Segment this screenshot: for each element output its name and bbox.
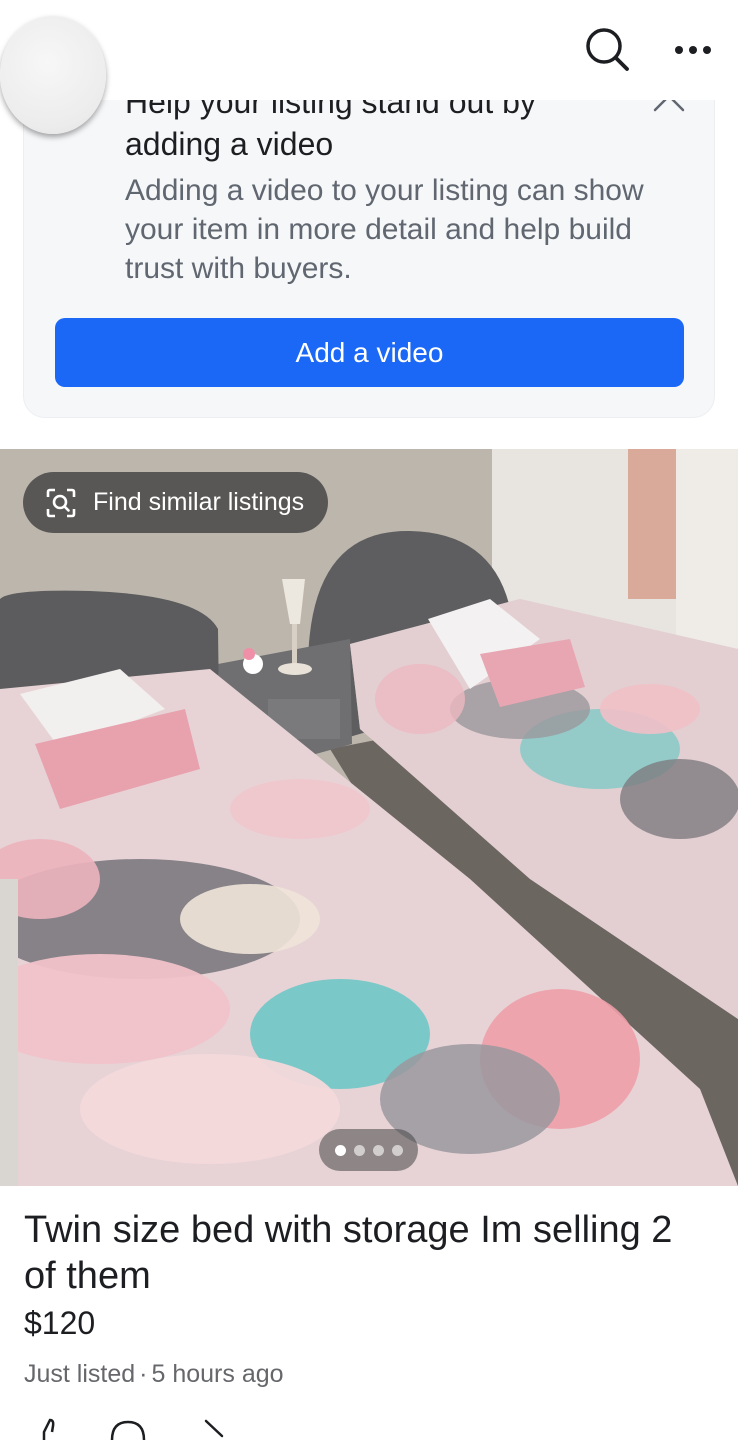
floating-avatar-bubble[interactable] <box>0 16 106 134</box>
pagination-dot[interactable] <box>334 1144 346 1156</box>
listing-time: 5 hours ago <box>151 1360 284 1388</box>
listing-title: Twin size bed with storage Im selling 2 … <box>24 1209 673 1297</box>
pagination-dot[interactable] <box>372 1144 384 1156</box>
search-button[interactable] <box>582 24 632 74</box>
listing-price: $120 <box>24 1305 96 1341</box>
add-video-promo-card: Help your listing stand out by adding a … <box>23 60 715 418</box>
search-icon <box>586 28 629 71</box>
photo-pagination-dots <box>319 1129 418 1171</box>
pagination-dot[interactable] <box>391 1144 403 1156</box>
listing-photo[interactable]: Find similar listings <box>0 449 738 1186</box>
bedroom-photo-image <box>0 449 738 1186</box>
find-similar-label: Find similar listings <box>93 488 305 516</box>
meta-separator: · <box>139 1360 148 1388</box>
find-similar-listings-button[interactable]: Find similar listings <box>23 472 329 533</box>
more-horizontal-icon <box>675 46 711 54</box>
promo-title-line2: adding a video <box>125 126 334 162</box>
more-options-button[interactable] <box>668 24 718 74</box>
listing-status: Just listed <box>24 1360 136 1388</box>
comment-icon[interactable] <box>108 1418 148 1440</box>
share-icon[interactable] <box>192 1418 232 1440</box>
listing-meta: Just listed · 5 hours ago <box>24 1360 284 1389</box>
visual-search-icon <box>46 488 76 517</box>
like-icon[interactable] <box>30 1418 70 1440</box>
promo-description: Adding a video to your listing can show … <box>125 174 644 285</box>
top-bar <box>0 0 738 100</box>
add-video-button[interactable]: Add a video <box>55 318 684 387</box>
pagination-dot[interactable] <box>353 1144 365 1156</box>
action-row <box>24 1418 284 1440</box>
